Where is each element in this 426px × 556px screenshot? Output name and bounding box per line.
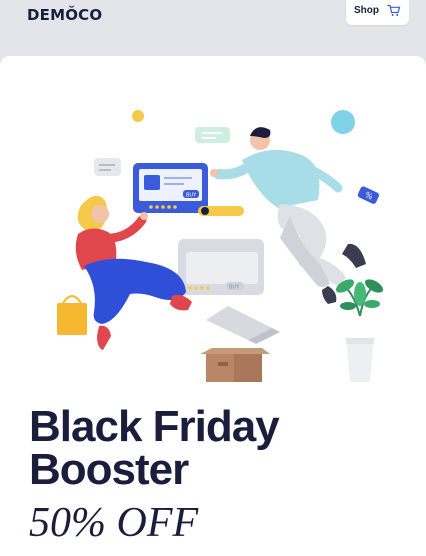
svg-text:BUY: BUY bbox=[229, 285, 240, 291]
shop-button-label: Shop bbox=[354, 5, 379, 16]
cardboard-box-icon bbox=[200, 348, 270, 382]
laptop-icon bbox=[206, 306, 280, 344]
headline-line-2: Booster bbox=[29, 445, 189, 494]
product-card-primary: BUY bbox=[133, 163, 208, 213]
chat-bubble-green-icon bbox=[195, 127, 230, 143]
progress-slider-graphic bbox=[198, 206, 244, 216]
shopping-illustration: % BUY BUY bbox=[57, 110, 384, 382]
product-card-secondary: BUY bbox=[178, 239, 264, 295]
woman-figure bbox=[57, 195, 192, 350]
shop-button[interactable]: Shop bbox=[346, 0, 409, 25]
top-bar: DEMŎCO Shop bbox=[0, 0, 426, 56]
brand-logo[interactable]: DEMŎCO bbox=[27, 6, 102, 24]
svg-text:BUY: BUY bbox=[186, 193, 197, 199]
price-tag-icon: % bbox=[357, 186, 380, 204]
shopping-bag-icon bbox=[57, 303, 87, 335]
headline: Black Friday Booster bbox=[29, 402, 280, 494]
cyan-dot bbox=[331, 110, 355, 134]
chat-bubble-icon bbox=[94, 158, 121, 176]
discount-text: 50% OFF bbox=[29, 500, 199, 546]
yellow-dot bbox=[132, 110, 144, 122]
headline-line-1: Black Friday bbox=[29, 402, 280, 451]
cart-icon bbox=[387, 4, 401, 17]
hero-card: % BUY BUY Black Friday Booster 50% OFF bbox=[0, 56, 426, 556]
potted-plant-icon bbox=[335, 279, 384, 382]
